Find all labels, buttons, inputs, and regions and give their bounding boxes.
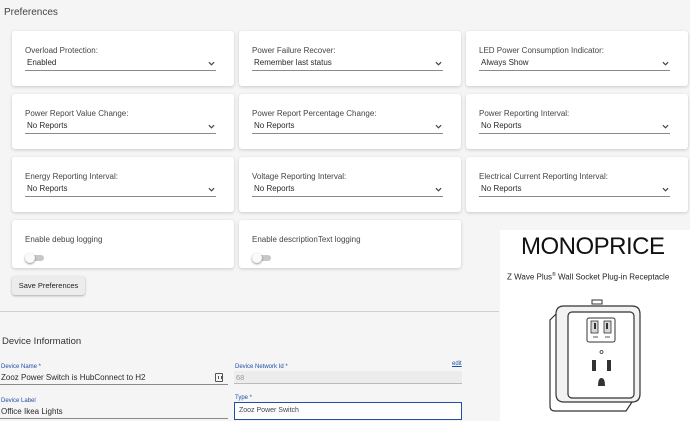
overload-protection-label: Overload Protection:: [25, 46, 98, 55]
power-report-percentage-change-select[interactable]: No Reports: [252, 120, 443, 134]
network-id-value: 68: [236, 373, 245, 382]
preferences-title: Preferences: [4, 7, 58, 18]
brand-logo: MONOPRICE: [521, 233, 665, 260]
wall-socket-illustration: [549, 299, 641, 412]
power-report-value-change-card: Power Report Value Change: No Reports: [12, 94, 234, 149]
power-failure-recover-value: Remember last status: [254, 58, 332, 67]
overload-protection-value: Enabled: [27, 58, 57, 67]
power-failure-recover-label: Power Failure Recover:: [252, 46, 336, 55]
power-reporting-interval-select[interactable]: No Reports: [479, 120, 670, 134]
description-text-logging-toggle[interactable]: [252, 253, 271, 263]
network-id-edit-link[interactable]: edit: [452, 361, 462, 367]
power-reporting-interval-label: Power Reporting Interval:: [479, 109, 570, 118]
network-id-field: 68: [234, 371, 462, 384]
debug-logging-label: Enable debug logging: [25, 235, 103, 244]
chevron-down-icon: [435, 187, 442, 192]
voltage-reporting-interval-select[interactable]: No Reports: [252, 183, 443, 197]
type-value: Zooz Power Switch: [239, 407, 299, 414]
power-reporting-interval-value: No Reports: [481, 121, 522, 130]
chevron-down-icon: [662, 187, 669, 192]
electrical-current-interval-card: Electrical Current Reporting Interval: N…: [466, 157, 688, 212]
voltage-reporting-interval-label: Voltage Reporting Interval:: [252, 172, 347, 181]
voltage-reporting-interval-card: Voltage Reporting Interval: No Reports: [239, 157, 461, 212]
chevron-down-icon: [208, 61, 215, 66]
device-name-field[interactable]: Zooz Power Switch is HubConnect to H2: [1, 373, 146, 382]
energy-reporting-interval-value: No Reports: [27, 184, 68, 193]
device-name-label: Device Name *: [1, 364, 42, 370]
chevron-down-icon: [435, 61, 442, 66]
chevron-down-icon: [662, 61, 669, 66]
led-indicator-card: LED Power Consumption Indicator: Always …: [466, 31, 688, 86]
clipboard-icon[interactable]: [215, 373, 223, 382]
power-report-value-change-value: No Reports: [27, 121, 68, 130]
product-tagline: Z Wave Plus® Wall Socket Plug-in Recepta…: [507, 272, 670, 282]
energy-reporting-interval-label: Energy Reporting Interval:: [25, 172, 118, 181]
power-report-percentage-change-value: No Reports: [254, 121, 295, 130]
section-divider: [0, 311, 499, 312]
product-image: MONOPRICE Z Wave Plus® Wall Socket Plug-…: [500, 230, 690, 421]
chevron-down-icon: [662, 124, 669, 129]
overload-protection-card: Overload Protection: Enabled: [12, 31, 234, 86]
electrical-current-interval-label: Electrical Current Reporting Interval:: [479, 172, 608, 181]
chevron-down-icon: [208, 124, 215, 129]
power-failure-recover-select[interactable]: Remember last status: [252, 57, 443, 71]
type-field[interactable]: Zooz Power Switch: [234, 402, 462, 420]
device-preferences-page: { "preferences": { "title": "Preferences…: [0, 0, 690, 421]
type-label: Type *: [235, 395, 253, 401]
chevron-down-icon: [208, 187, 215, 192]
voltage-reporting-interval-value: No Reports: [254, 184, 295, 193]
electrical-current-interval-value: No Reports: [481, 184, 522, 193]
description-text-logging-label: Enable descriptionText logging: [252, 235, 361, 244]
led-indicator-label: LED Power Consumption Indicator:: [479, 46, 604, 55]
power-report-value-change-select[interactable]: No Reports: [25, 120, 216, 134]
device-label-label: Device Label: [1, 398, 36, 404]
power-failure-recover-card: Power Failure Recover: Remember last sta…: [239, 31, 461, 86]
device-name-underline: [0, 384, 228, 385]
chevron-down-icon: [435, 124, 442, 129]
device-label-underline: [0, 418, 228, 419]
debug-logging-card: Enable debug logging: [12, 220, 234, 268]
power-report-percentage-change-label: Power Report Percentage Change:: [252, 109, 377, 118]
device-label-field[interactable]: Office Ikea Lights: [1, 407, 63, 416]
toggle-thumb: [25, 253, 35, 263]
led-indicator-select[interactable]: Always Show: [479, 57, 670, 71]
energy-reporting-interval-select[interactable]: No Reports: [25, 183, 216, 197]
toggle-thumb: [252, 253, 262, 263]
power-report-value-change-label: Power Report Value Change:: [25, 109, 129, 118]
electrical-current-interval-select[interactable]: No Reports: [479, 183, 670, 197]
network-id-label: Device Network Id *: [235, 364, 288, 370]
power-reporting-interval-card: Power Reporting Interval: No Reports: [466, 94, 688, 149]
energy-reporting-interval-card: Energy Reporting Interval: No Reports: [12, 157, 234, 212]
led-indicator-value: Always Show: [481, 58, 529, 67]
device-information-title: Device Information: [2, 336, 82, 347]
power-report-percentage-change-card: Power Report Percentage Change: No Repor…: [239, 94, 461, 149]
save-preferences-button[interactable]: Save Preferences: [12, 276, 85, 295]
debug-logging-toggle[interactable]: [25, 253, 44, 263]
overload-protection-select[interactable]: Enabled: [25, 57, 216, 71]
description-text-logging-card: Enable descriptionText logging: [239, 220, 461, 268]
